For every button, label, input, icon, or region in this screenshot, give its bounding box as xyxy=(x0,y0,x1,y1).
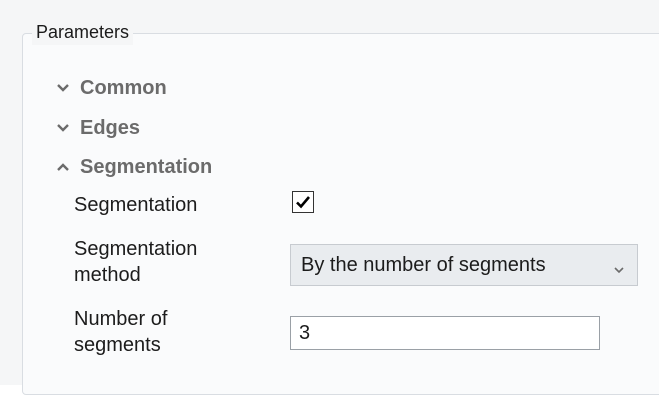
chevron-down-icon xyxy=(56,121,70,135)
section-edges-header[interactable]: Edges xyxy=(56,113,140,143)
section-common-header[interactable]: Common xyxy=(56,73,167,103)
segmentation-method-label-line2: method xyxy=(74,264,141,286)
segments-count-input[interactable] xyxy=(290,316,600,350)
section-segmentation-header[interactable]: Segmentation xyxy=(56,152,212,182)
section-edges-label: Edges xyxy=(80,116,141,139)
segmentation-method-label-line1: Segmentation xyxy=(74,238,198,260)
chevron-down-icon xyxy=(613,259,625,274)
segmentation-method-select[interactable]: By the number of segments xyxy=(290,244,638,286)
checkmark-icon xyxy=(296,196,310,209)
segments-count-label-line2: segments xyxy=(74,334,161,356)
parameters-panel: Parameters Common Edges Segmentation Seg… xyxy=(0,0,659,395)
segmentation-enabled-label: Segmentation xyxy=(74,194,198,216)
chevron-up-icon xyxy=(56,160,70,174)
parameters-group-title: Parameters xyxy=(32,19,134,45)
chevron-down-icon xyxy=(56,81,70,95)
segmentation-checkbox[interactable] xyxy=(292,191,314,213)
segmentation-method-value: By the number of segments xyxy=(301,253,546,276)
section-common-label: Common xyxy=(80,76,167,99)
segments-count-label-line1: Number of xyxy=(74,308,168,330)
section-segmentation-label: Segmentation xyxy=(80,155,213,178)
